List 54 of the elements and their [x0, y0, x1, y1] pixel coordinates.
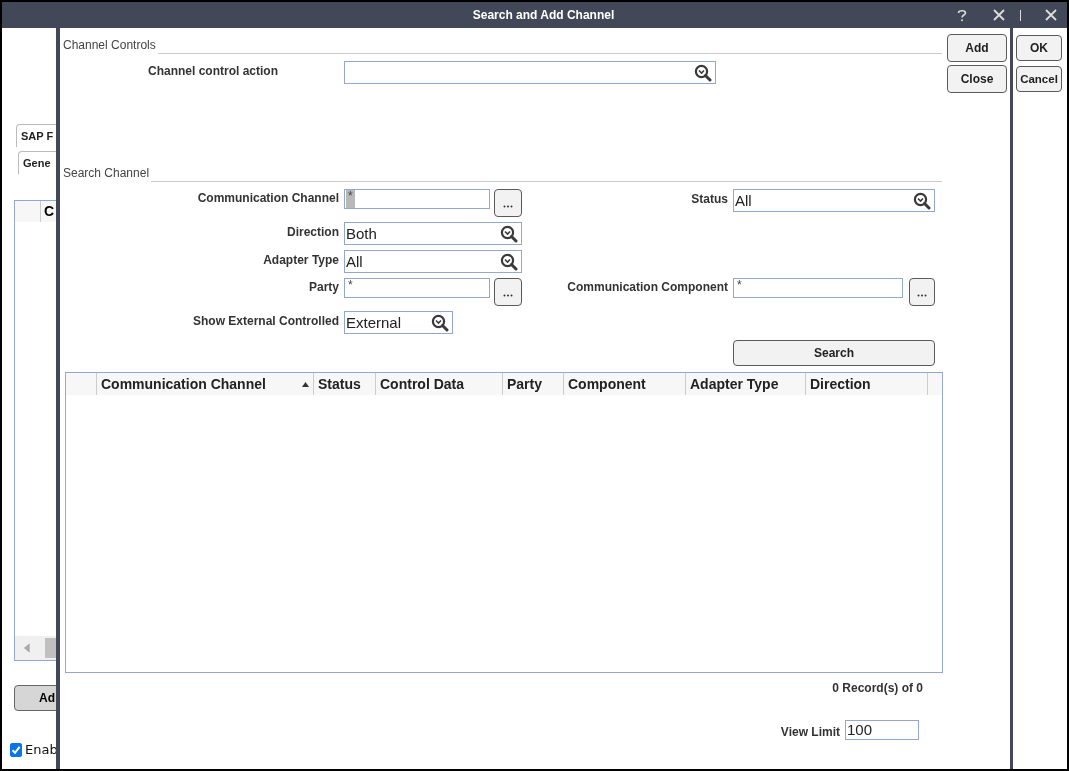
input-field[interactable]: 100 [845, 720, 919, 740]
close-button[interactable]: Close [947, 65, 1007, 93]
scrollbar[interactable] [15, 636, 56, 660]
section-title: Search Channel [63, 166, 150, 180]
search-icon[interactable] [694, 63, 712, 82]
column-header[interactable]: Status [314, 373, 376, 395]
dropdown-field[interactable] [344, 61, 716, 84]
checkbox[interactable] [10, 742, 22, 757]
dropdown-field[interactable]: All [733, 189, 935, 212]
field-label: Party [307, 279, 340, 294]
field-label: Direction [286, 224, 340, 239]
search-button[interactable]: Search [733, 340, 935, 366]
browse-button[interactable] [494, 278, 522, 306]
section-title: Channel Controls [63, 38, 156, 52]
column-header[interactable]: Direction [806, 373, 928, 395]
field-label: Status [690, 191, 729, 206]
add-button[interactable]: Add [947, 34, 1007, 62]
field-label: Communication Channel [196, 190, 340, 205]
search-icon[interactable] [431, 313, 449, 332]
field-label: View Limit [780, 724, 840, 739]
sort-ascending-icon [302, 381, 309, 387]
input-field[interactable]: * [344, 189, 490, 209]
ok-button[interactable]: OK [1016, 35, 1062, 61]
input-field[interactable]: * [733, 278, 903, 298]
ellipsis-icon [503, 205, 513, 208]
close-icon[interactable] [993, 9, 1005, 21]
field-label: Communication Component [566, 279, 729, 294]
input-field[interactable]: * [344, 278, 490, 298]
field-label: Adapter Type [262, 252, 340, 267]
browse-button[interactable] [494, 189, 522, 217]
dropdown-field[interactable]: Both [344, 222, 522, 245]
column-header[interactable]: Component [564, 373, 686, 395]
dropdown-field[interactable]: External [344, 311, 453, 334]
cancel-button[interactable]: Cancel [1016, 66, 1062, 92]
field-label: Channel control action [147, 63, 279, 80]
search-icon[interactable] [500, 224, 518, 243]
window-title: Search and Add Channel [471, 8, 616, 22]
tab[interactable]: Gene [18, 151, 56, 174]
ellipsis-icon [917, 294, 927, 297]
help-icon[interactable] [957, 8, 967, 22]
record-count: 0 Record(s) of 0 [832, 681, 923, 695]
tab[interactable]: SAP F [16, 124, 56, 147]
field-label: Show External Controlled [192, 313, 340, 328]
ellipsis-icon [503, 294, 513, 297]
search-icon[interactable] [913, 191, 931, 210]
column-header[interactable]: Adapter Type [686, 373, 806, 395]
browse-button[interactable] [909, 278, 935, 306]
close-icon[interactable] [1045, 9, 1057, 21]
search-icon[interactable] [500, 252, 518, 271]
add-button[interactable]: Ad [14, 685, 56, 711]
column-header[interactable]: Party [503, 373, 564, 395]
column-header[interactable]: Control Data [376, 373, 503, 395]
dropdown-field[interactable]: All [344, 250, 522, 273]
column-header[interactable]: Communication Channel [97, 373, 314, 395]
